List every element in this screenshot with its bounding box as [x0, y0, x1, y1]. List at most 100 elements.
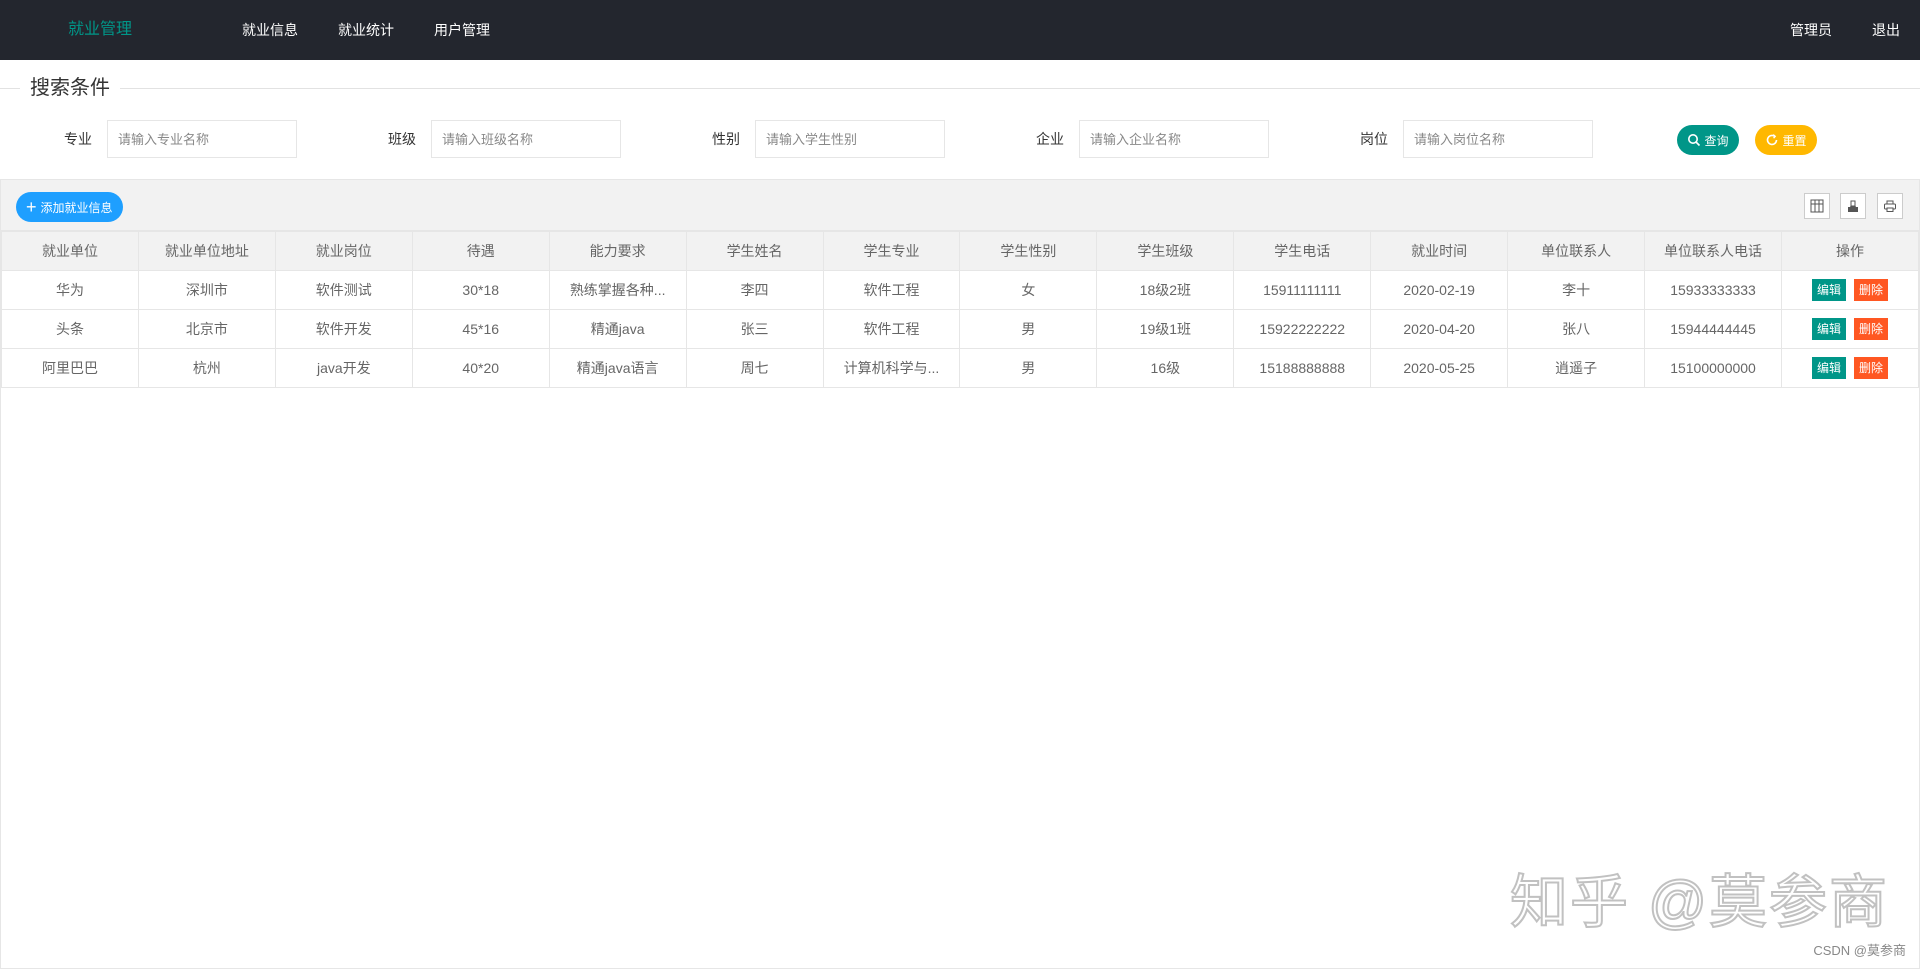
table-cell: java开发 [274, 348, 413, 388]
query-button-label: 查询 [1704, 133, 1729, 148]
edit-button[interactable]: 编辑 [1811, 279, 1846, 301]
search-label-position: 岗位 [1360, 131, 1388, 147]
table-cell: 逍遥子 [1507, 348, 1646, 388]
nav-item-employment-stats[interactable]: 就业统计 [318, 0, 414, 60]
table-cell: 男 [959, 309, 1098, 349]
table-cell: 深圳市 [137, 270, 276, 310]
logout-link[interactable]: 退出 [1852, 0, 1920, 60]
table-cell: 软件工程 [822, 270, 961, 310]
add-employment-button[interactable]: + 添加就业信息 [16, 192, 123, 222]
table-cell: 头条 [1, 309, 139, 349]
col-header[interactable]: 单位联系人 [1507, 231, 1646, 271]
reset-button[interactable]: 重置 [1755, 125, 1817, 155]
nav-item-employment-info[interactable]: 就业信息 [222, 0, 318, 60]
col-header[interactable]: 就业时间 [1370, 231, 1509, 271]
search-field-major: 专业 [52, 120, 297, 158]
refresh-icon [1767, 134, 1778, 146]
edit-button[interactable]: 编辑 [1811, 318, 1846, 340]
table-cell: 2020-04-20 [1370, 309, 1509, 349]
nav-item-user-management[interactable]: 用户管理 [414, 0, 510, 60]
search-field-position: 岗位 [1348, 120, 1593, 158]
search-field-company: 企业 [1024, 120, 1269, 158]
employment-table: 就业单位 就业单位地址 就业岗位 待遇 能力要求 学生姓名 学生专业 学生性别 … [1, 231, 1920, 388]
table-toolbar: + 添加就业信息 [1, 180, 1919, 231]
zhihu-watermark: 知乎 @莫参商 [1509, 869, 1889, 936]
search-label-class: 班级 [388, 131, 416, 147]
table-cell: 15933333333 [1644, 270, 1782, 310]
col-header[interactable]: 能力要求 [548, 231, 687, 271]
actions-cell: 编辑 删除 [1780, 309, 1920, 349]
col-header[interactable]: 就业岗位 [274, 231, 413, 271]
delete-button[interactable]: 删除 [1853, 357, 1888, 379]
plus-icon: + [26, 197, 37, 217]
table-cell: 19级1班 [1096, 309, 1235, 349]
table-cell: 李十 [1507, 270, 1646, 310]
table-cell: 15922222222 [1233, 309, 1372, 349]
col-header: 操作 [1780, 231, 1920, 271]
table-cell: 周七 [685, 348, 824, 388]
table-cell: 15100000000 [1644, 348, 1782, 388]
table-cell: 软件开发 [274, 309, 413, 349]
major-input[interactable] [107, 120, 297, 158]
position-input[interactable] [1403, 120, 1593, 158]
search-icon [1688, 134, 1701, 147]
main-nav: 就业信息 就业统计 用户管理 [222, 0, 510, 60]
col-header[interactable]: 学生班级 [1096, 231, 1235, 271]
table-cell: 李四 [685, 270, 824, 310]
table-cell: 软件测试 [274, 270, 413, 310]
table-header-row: 就业单位 就业单位地址 就业岗位 待遇 能力要求 学生姓名 学生专业 学生性别 … [1, 231, 1920, 271]
export-icon[interactable] [1840, 193, 1866, 219]
company-input[interactable] [1079, 120, 1269, 158]
table-cell: 40*20 [411, 348, 550, 388]
col-header[interactable]: 待遇 [411, 231, 550, 271]
table-row: 阿里巴巴 杭州 java开发 40*20 精通java语言 周七 计算机科学与.… [1, 348, 1920, 388]
table-cell: 18级2班 [1096, 270, 1235, 310]
app-brand[interactable]: 就业管理 [68, 0, 132, 60]
gender-input[interactable] [755, 120, 945, 158]
csdn-watermark: CSDN @莫参商 [1813, 943, 1906, 958]
table-cell: 阿里巴巴 [1, 348, 139, 388]
col-header[interactable]: 学生姓名 [685, 231, 824, 271]
query-button[interactable]: 查询 [1677, 125, 1739, 155]
reset-button-label: 重置 [1782, 133, 1807, 148]
search-legend: 搜索条件 [20, 76, 120, 100]
search-field-class: 班级 [376, 120, 621, 158]
edit-button[interactable]: 编辑 [1811, 357, 1846, 379]
class-input[interactable] [431, 120, 621, 158]
table-cell: 精通java [548, 309, 687, 349]
search-label-company: 企业 [1036, 131, 1064, 147]
top-navbar: 就业管理 就业信息 就业统计 用户管理 管理员 退出 [0, 0, 1920, 60]
delete-button[interactable]: 删除 [1853, 318, 1888, 340]
columns-filter-icon[interactable] [1804, 193, 1830, 219]
add-employment-label: 添加就业信息 [40, 200, 113, 215]
delete-button[interactable]: 删除 [1853, 279, 1888, 301]
table-cell: 计算机科学与... [822, 348, 961, 388]
table-cell: 2020-02-19 [1370, 270, 1509, 310]
table-panel: + 添加就业信息 就业单位 就业单位地址 就业岗位 待遇 能力要求 学生姓名 学… [0, 179, 1920, 969]
table-cell: 45*16 [411, 309, 550, 349]
table-cell: 精通java语言 [548, 348, 687, 388]
table-cell: 15188888888 [1233, 348, 1372, 388]
col-header[interactable]: 就业单位地址 [137, 231, 276, 271]
print-icon[interactable] [1877, 193, 1903, 219]
col-header[interactable]: 学生专业 [822, 231, 961, 271]
col-header[interactable]: 学生性别 [959, 231, 1098, 271]
actions-cell: 编辑 删除 [1780, 270, 1920, 310]
col-header[interactable]: 单位联系人电话 [1644, 231, 1782, 271]
search-label-gender: 性别 [712, 131, 740, 147]
table-cell: 15944444445 [1644, 309, 1782, 349]
table-cell: 软件工程 [822, 309, 961, 349]
user-nav: 管理员 退出 [1770, 0, 1920, 60]
table-cell: 2020-05-25 [1370, 348, 1509, 388]
user-menu[interactable]: 管理员 [1770, 0, 1852, 60]
search-field-gender: 性别 [700, 120, 945, 158]
table-cell: 杭州 [137, 348, 276, 388]
col-header[interactable]: 学生电话 [1233, 231, 1372, 271]
table-cell: 张三 [685, 309, 824, 349]
table-cell: 华为 [1, 270, 139, 310]
search-label-major: 专业 [64, 131, 92, 147]
table-cell: 北京市 [137, 309, 276, 349]
table-cell: 30*18 [411, 270, 550, 310]
col-header[interactable]: 就业单位 [1, 231, 139, 271]
table-cell: 男 [959, 348, 1098, 388]
